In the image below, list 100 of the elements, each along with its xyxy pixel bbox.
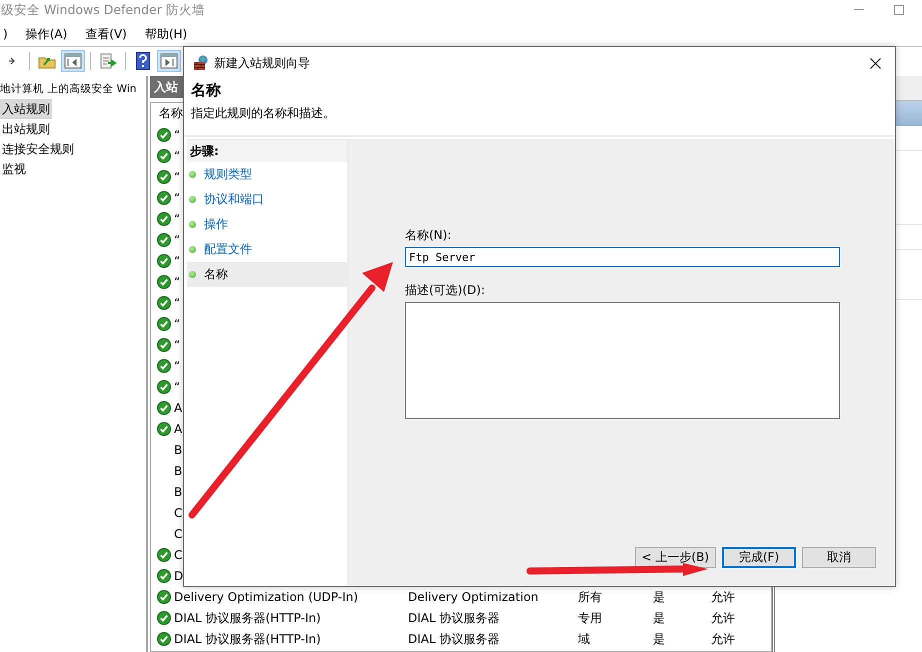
table-cell: B: [174, 485, 182, 500]
check-circle-icon: [157, 190, 171, 205]
check-circle-icon: [157, 569, 171, 584]
step-link[interactable]: 配置文件: [187, 237, 347, 262]
toolbar-button[interactable]: [157, 50, 181, 72]
field-label: 名称(N):: [405, 227, 452, 244]
table-cell: 允许: [711, 588, 735, 606]
table-cell: “: [174, 128, 180, 142]
help-icon: [136, 52, 150, 70]
table-cell: “: [174, 316, 180, 331]
maximize-icon[interactable]: [894, 5, 904, 15]
table-cell-text: DIAL 协议服务器(HTTP-In): [174, 610, 322, 627]
toolbar-button[interactable]: [61, 50, 85, 72]
dot-icon: [189, 246, 196, 253]
tree-item[interactable]: 入站规则: [0, 99, 52, 119]
tree-item[interactable]: 地计算机 上的高级安全 Win: [0, 79, 136, 99]
step-link[interactable]: 规则类型: [187, 162, 347, 187]
check-circle-icon: [157, 128, 171, 142]
close-icon: [870, 58, 880, 68]
table-cell: C: [174, 527, 182, 542]
table-cell: 允许: [711, 630, 735, 648]
page-subtitle: 指定此规则的名称和描述。: [191, 105, 335, 122]
check-circle-icon: [157, 254, 171, 268]
check-circle-icon: [157, 274, 171, 289]
table-cell-text: 域: [578, 630, 591, 648]
column-header[interactable]: 名称: [159, 105, 183, 122]
step-link[interactable]: 名称: [187, 262, 347, 287]
check-circle-icon: [157, 316, 171, 331]
tree-item[interactable]: 监视: [0, 159, 28, 179]
tree-item[interactable]: 连接安全规则: [0, 139, 76, 159]
list-export-icon: [99, 52, 117, 68]
steps-title: 步骤:: [187, 140, 347, 162]
table-cell-text: DIAL 协议服务器(HTTP-In): [174, 630, 322, 648]
page-heading: 名称: [191, 81, 221, 100]
arrow-icon: [9, 56, 15, 66]
check-circle-icon: [157, 148, 171, 163]
table-cell-text: DIAL 协议服务器: [408, 630, 500, 648]
table-cell: B: [174, 464, 182, 478]
menu-item[interactable]: 操作(A): [22, 26, 70, 42]
firewall-icon: [193, 55, 209, 71]
table-cell-text: 专用: [578, 610, 603, 627]
dialog-button[interactable]: 取消: [802, 547, 876, 568]
menu-item[interactable]: 帮助(H): [142, 26, 190, 42]
check-circle-icon: [157, 338, 171, 352]
check-circle-icon: [157, 296, 171, 310]
description-field[interactable]: [405, 302, 840, 419]
table-cell: “: [174, 148, 180, 163]
step-link[interactable]: 协议和端口: [187, 187, 347, 212]
table-cell: “: [174, 232, 180, 247]
table-cell: A: [174, 400, 182, 415]
check-circle-icon: [157, 358, 171, 373]
dialog-title: 新建入站规则向导: [214, 54, 311, 72]
table-cell: “: [174, 190, 180, 205]
table-cell-text: 是: [653, 588, 666, 606]
table-cell-text: DIAL 协议服务器: [408, 610, 500, 627]
dialog-button[interactable]: 完成(F): [722, 547, 796, 568]
tree-item[interactable]: 出站规则: [0, 119, 52, 139]
table-cell: C: [174, 548, 182, 562]
dot-icon: [189, 171, 196, 178]
check-circle-icon: [157, 611, 171, 626]
window-title: 级安全 Windows Defender 防火墙: [1, 2, 205, 18]
table-cell-text: Delivery Optimization: [408, 590, 540, 604]
table-cell: “: [174, 274, 180, 289]
dot-icon: [189, 271, 196, 278]
table-cell: A: [174, 422, 182, 436]
table-cell-text: 所有: [578, 588, 603, 606]
field-label: 描述(可选)(D):: [405, 282, 486, 299]
check-circle-icon: [157, 548, 171, 562]
check-circle-icon: [157, 422, 171, 436]
table-cell: B: [174, 442, 182, 457]
table-cell: “: [174, 338, 180, 352]
table-cell: D: [174, 569, 184, 584]
pane-icon: [64, 52, 82, 68]
table-cell: “: [174, 358, 180, 373]
check-circle-icon: [157, 632, 171, 646]
menu-item[interactable]: ): [0, 27, 11, 41]
table-cell: “: [174, 212, 180, 226]
dialog-button[interactable]: < 上一步(B): [634, 547, 716, 568]
table-cell-text: 是: [653, 610, 666, 627]
check-circle-icon: [157, 400, 171, 415]
check-circle-icon: [157, 380, 171, 394]
dot-icon: [189, 196, 196, 203]
minimize-icon[interactable]: [854, 9, 864, 11]
step-link[interactable]: 操作: [187, 212, 347, 237]
table-cell-text: Delivery Optimization (UDP-In): [174, 590, 360, 604]
table-cell: “: [174, 170, 180, 184]
menu-item[interactable]: 查看(V): [82, 26, 130, 42]
table-cell: C: [174, 506, 182, 520]
table-cell-text: 是: [653, 630, 666, 648]
table-cell: “: [174, 296, 180, 310]
table-cell: 允许: [711, 610, 735, 627]
check-circle-icon: [157, 212, 171, 226]
pane-icon: [160, 52, 178, 68]
check-circle-icon: [157, 590, 171, 604]
check-circle-icon: [157, 232, 171, 247]
table-cell: “: [174, 380, 180, 394]
table-cell: “: [174, 254, 180, 268]
check-circle-icon: [157, 170, 171, 184]
name-field[interactable]: Ftp Server: [405, 247, 840, 267]
dot-icon: [189, 221, 196, 228]
